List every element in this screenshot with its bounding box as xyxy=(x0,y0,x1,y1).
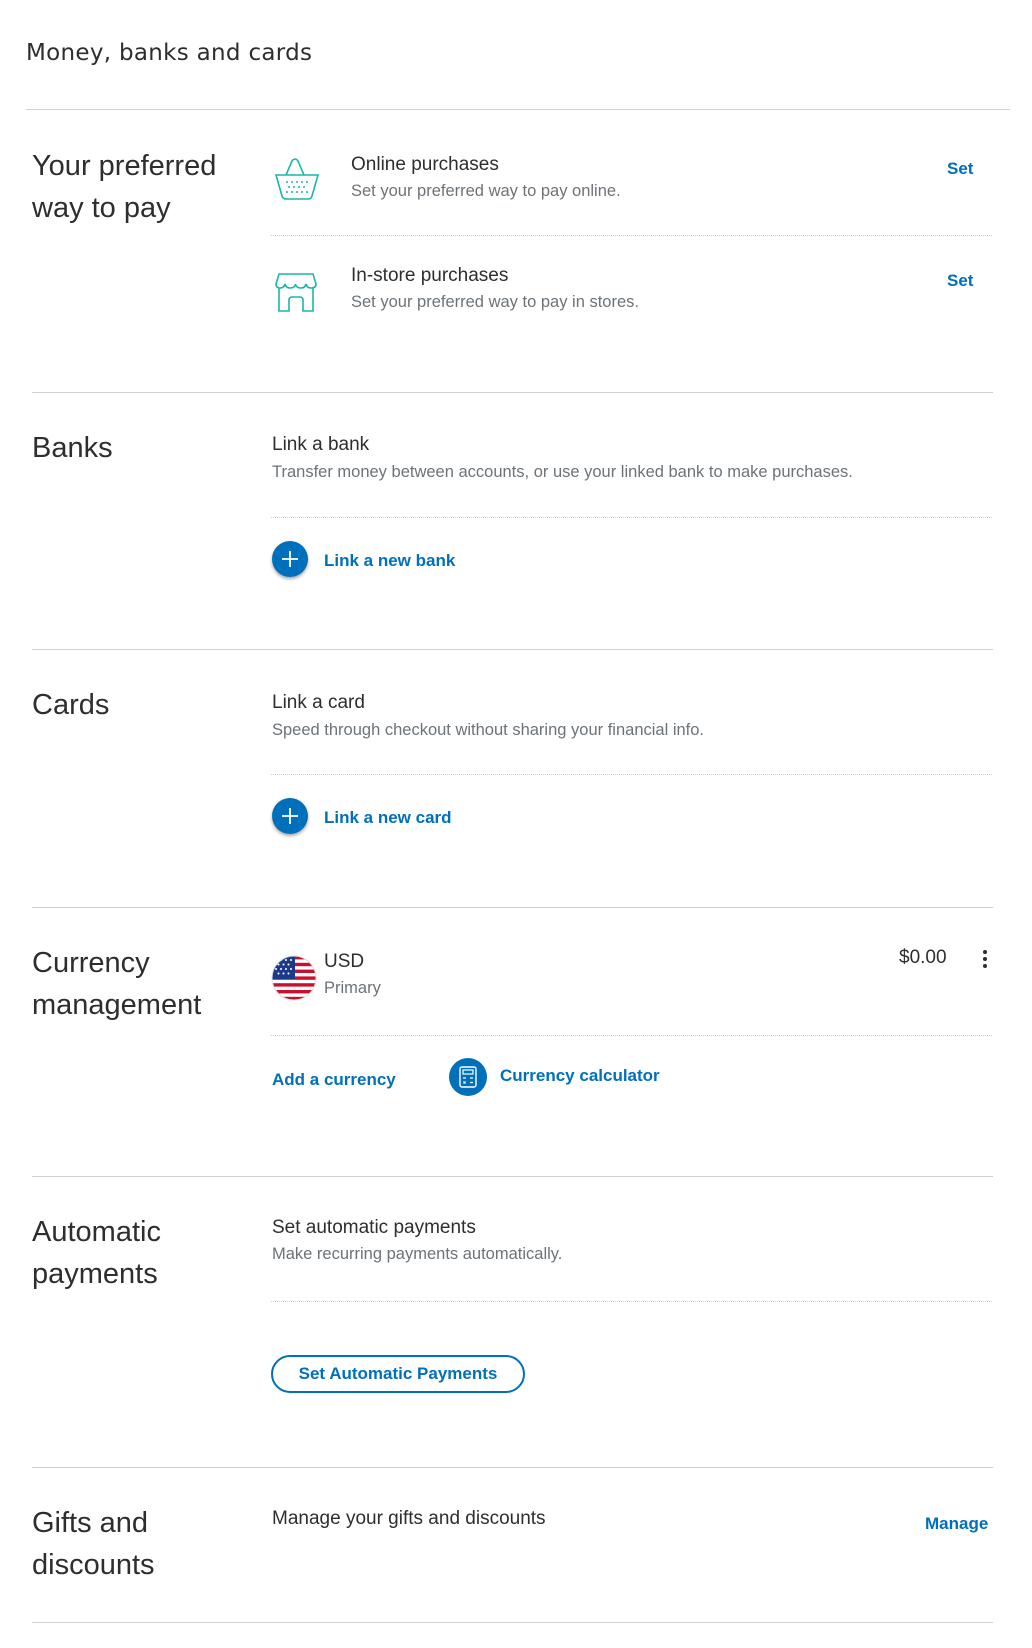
link-card-title: Link a card xyxy=(272,692,365,713)
divider xyxy=(271,517,992,518)
storefront-icon xyxy=(275,273,317,312)
add-currency-button[interactable]: Add a currency xyxy=(272,1070,396,1090)
divider xyxy=(271,774,992,775)
currency-label: Primary xyxy=(324,979,381,997)
online-purchases-desc: Set your preferred way to pay online. xyxy=(351,182,621,200)
link-bank-title: Link a bank xyxy=(272,434,370,455)
preferred-section-title: Your preferred way to pay xyxy=(32,150,217,224)
instore-purchases-desc: Set your preferred way to pay in stores. xyxy=(351,293,639,311)
add-bank-icon[interactable] xyxy=(272,541,308,577)
shopping-basket-icon xyxy=(274,158,320,200)
automatic-payments-desc: Make recurring payments automatically. xyxy=(272,1245,563,1263)
link-card-desc: Speed through checkout without sharing y… xyxy=(272,721,705,739)
us-flag-icon xyxy=(271,955,317,1001)
currency-section-title: Currency management xyxy=(32,947,202,1021)
automatic-payments-title: Set automatic payments xyxy=(272,1217,476,1238)
link-new-card-button[interactable]: Link a new card xyxy=(324,808,452,828)
calculator-icon[interactable] xyxy=(449,1058,487,1096)
gifts-section-title: Gifts and discounts xyxy=(32,1507,155,1581)
divider xyxy=(271,1301,992,1302)
currency-code: USD xyxy=(324,951,365,972)
set-online-button[interactable]: Set xyxy=(947,159,973,179)
currency-balance: $0.00 xyxy=(899,947,947,968)
add-card-icon[interactable] xyxy=(272,798,308,834)
currency-calculator-button[interactable]: Currency calculator xyxy=(500,1066,660,1086)
page-title: Money, banks and cards xyxy=(26,40,313,66)
instore-purchases-title: In-store purchases xyxy=(351,265,509,286)
link-new-bank-button[interactable]: Link a new bank xyxy=(324,551,455,571)
manage-gifts-button[interactable]: Manage xyxy=(925,1514,988,1534)
automatic-section-title: Automatic payments xyxy=(32,1216,161,1290)
banks-section-title: Banks xyxy=(32,432,113,464)
section-divider xyxy=(32,392,993,393)
section-divider xyxy=(32,649,993,650)
set-automatic-payments-button[interactable]: Set Automatic Payments xyxy=(271,1355,525,1393)
divider xyxy=(271,235,992,236)
set-instore-button[interactable]: Set xyxy=(947,271,973,291)
header-divider xyxy=(26,109,1010,110)
online-purchases-title: Online purchases xyxy=(351,154,499,175)
cards-section-title: Cards xyxy=(32,689,110,721)
section-divider xyxy=(32,907,993,908)
link-bank-desc: Transfer money between accounts, or use … xyxy=(272,463,853,481)
divider xyxy=(271,1035,992,1036)
section-divider xyxy=(32,1176,993,1177)
gifts-title: Manage your gifts and discounts xyxy=(272,1508,546,1529)
section-divider xyxy=(32,1622,993,1623)
section-divider xyxy=(32,1467,993,1468)
currency-more-options-icon[interactable] xyxy=(982,950,988,970)
